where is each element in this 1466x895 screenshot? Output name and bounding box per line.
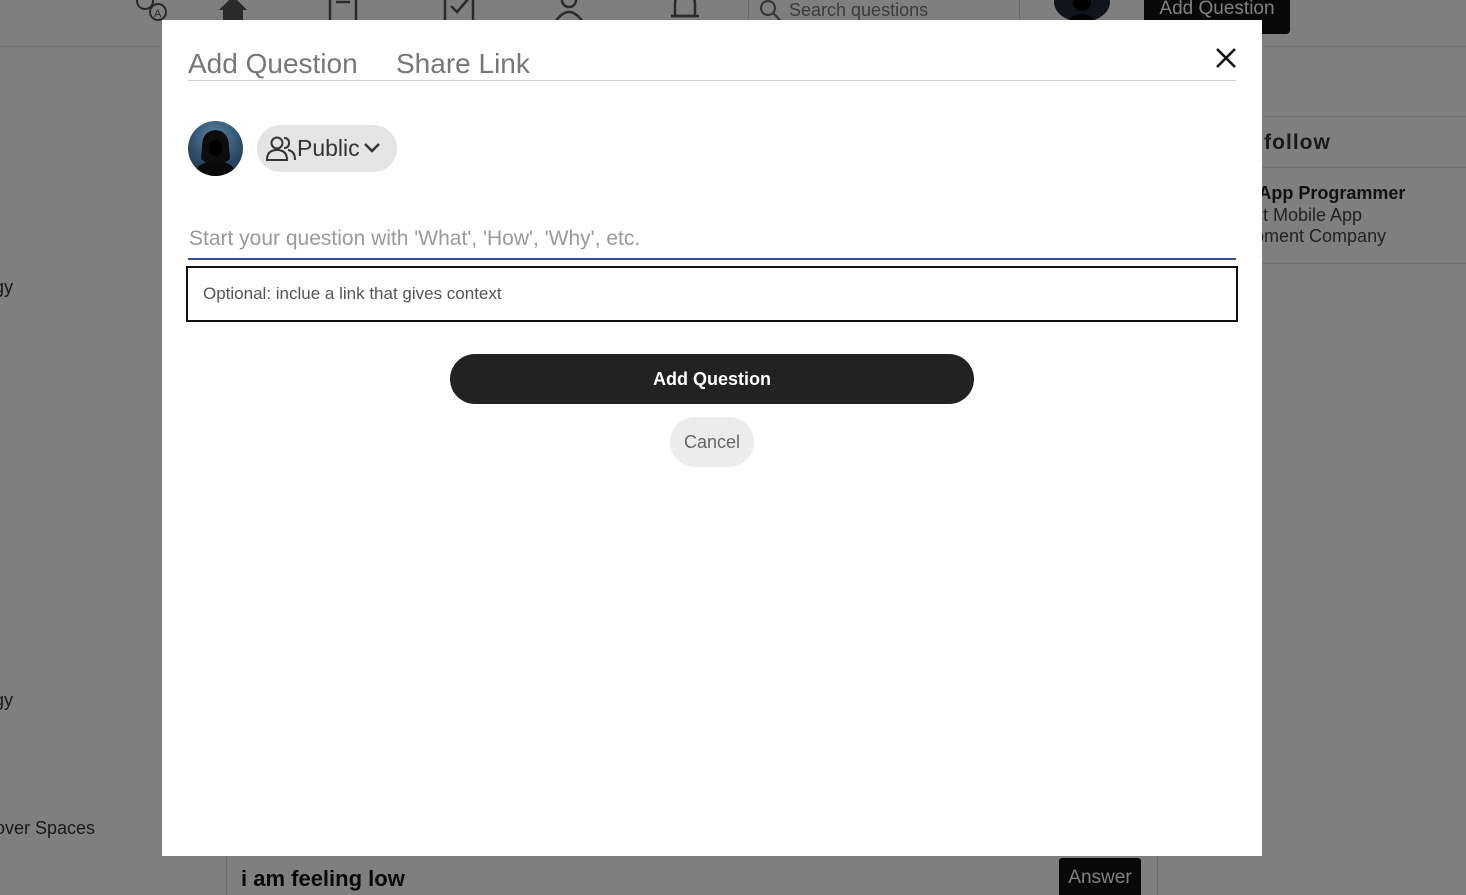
add-question-button[interactable]: Add Question: [450, 354, 974, 404]
context-link-input[interactable]: [186, 266, 1238, 322]
tab-share-link[interactable]: Share Link: [396, 48, 530, 80]
modal-tabs: Add Question Share Link: [188, 44, 1236, 81]
close-icon[interactable]: [1212, 44, 1240, 72]
hooded-user-icon: [192, 130, 239, 176]
chevron-down-icon: [364, 143, 380, 153]
page: A Search questions: [0, 0, 1466, 895]
privacy-selector[interactable]: Public: [257, 125, 397, 172]
add-question-modal: Add Question Share Link Public Start you…: [162, 20, 1262, 856]
privacy-label: Public: [297, 135, 360, 161]
cancel-button[interactable]: Cancel: [670, 417, 754, 467]
avatar: [188, 121, 243, 176]
question-input[interactable]: [188, 220, 1236, 260]
people-icon: [265, 136, 296, 161]
tab-add-question[interactable]: Add Question: [188, 48, 358, 80]
